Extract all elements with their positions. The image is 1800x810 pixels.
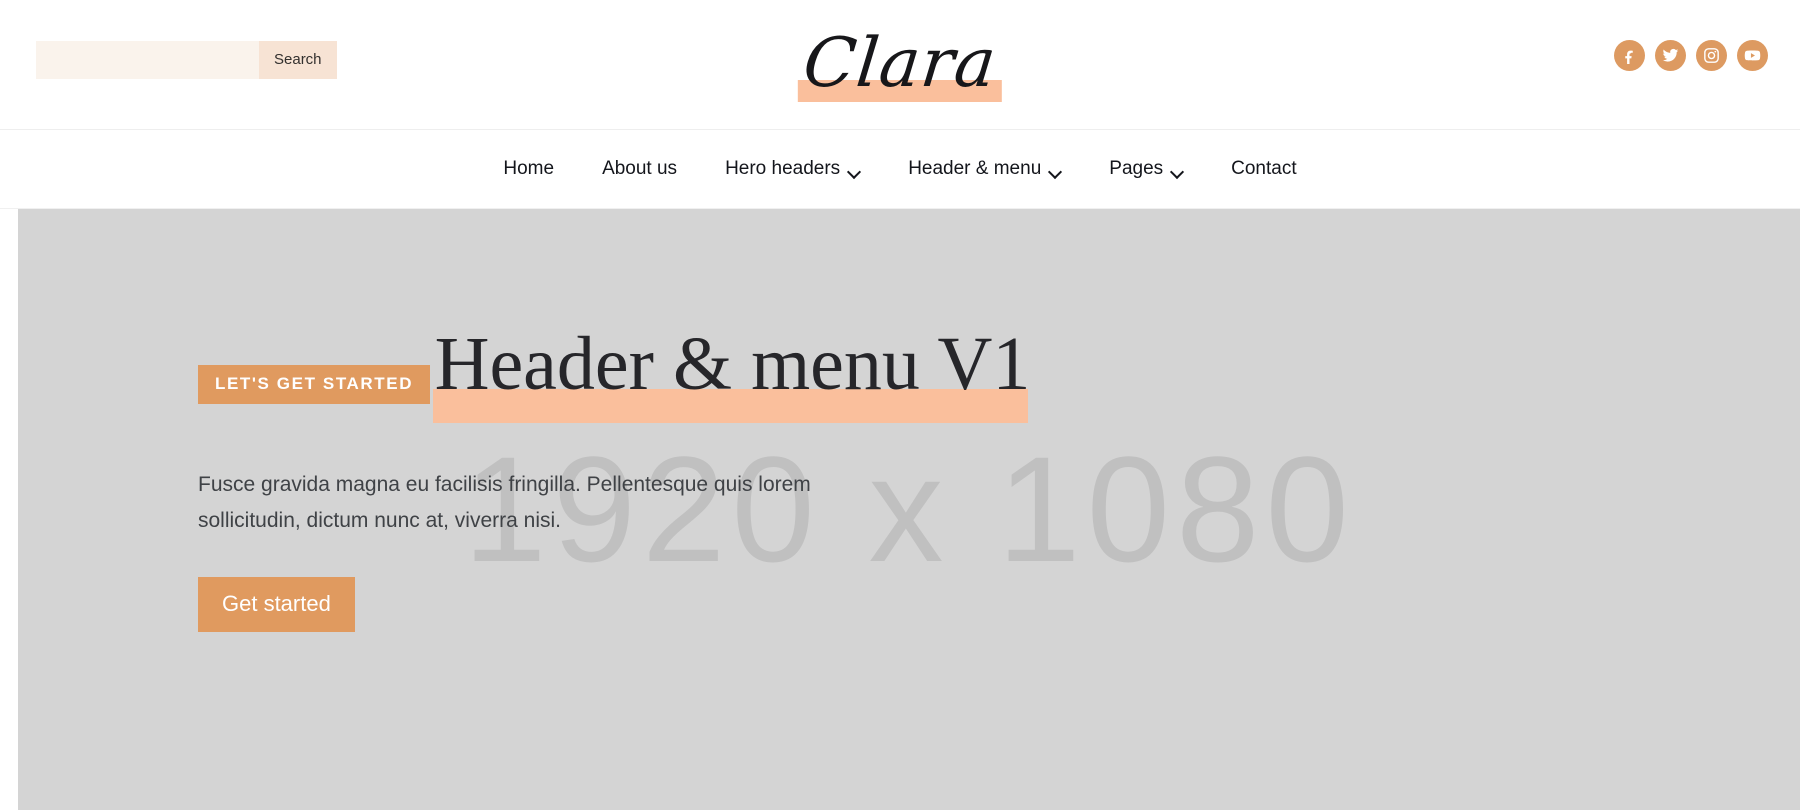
nav-item-label: Home bbox=[503, 158, 555, 179]
hero-badge: LET'S GET STARTED bbox=[198, 365, 431, 404]
logo-inner: Clara bbox=[797, 24, 1003, 104]
page-root: Search Clara Home About us Hero headers … bbox=[0, 0, 1800, 810]
hero-section: 1920 x 1080 LET'S GET STARTED Header & m… bbox=[18, 209, 1800, 810]
search-input[interactable] bbox=[36, 41, 259, 79]
nav-item-label: Pages bbox=[1109, 158, 1164, 179]
search-button[interactable]: Search bbox=[259, 41, 337, 79]
nav-item-label: Contact bbox=[1231, 158, 1297, 179]
hero-paragraph: Fusce gravida magna eu facilisis fringil… bbox=[198, 473, 811, 533]
nav-item-about-us[interactable]: About us bbox=[578, 158, 701, 180]
chevron-down-icon bbox=[1172, 167, 1183, 174]
nav-item-label: About us bbox=[602, 158, 678, 179]
twitter-icon[interactable] bbox=[1655, 40, 1686, 71]
hero-title-wrap: Header & menu V1 bbox=[432, 322, 1031, 424]
logo-text: Clara bbox=[799, 24, 1001, 104]
site-logo[interactable]: Clara bbox=[797, 10, 1003, 104]
nav-item-header-and-menu[interactable]: Header & menu bbox=[884, 158, 1085, 180]
nav-item-label: Hero headers bbox=[725, 158, 841, 179]
social-links bbox=[1614, 40, 1768, 71]
top-bar: Search Clara bbox=[0, 0, 1800, 130]
nav-item-pages[interactable]: Pages bbox=[1085, 158, 1207, 180]
chevron-down-icon bbox=[849, 167, 860, 174]
search-form: Search bbox=[36, 41, 337, 79]
hero-content: LET'S GET STARTED Header & menu V1 Fusce… bbox=[198, 304, 1058, 632]
nav-item-label: Header & menu bbox=[908, 158, 1042, 179]
get-started-button[interactable]: Get started bbox=[198, 577, 355, 632]
nav-item-home[interactable]: Home bbox=[479, 158, 578, 180]
chevron-down-icon bbox=[1050, 167, 1061, 174]
nav-item-contact[interactable]: Contact bbox=[1207, 158, 1320, 180]
facebook-icon[interactable] bbox=[1614, 40, 1645, 71]
nav-item-hero-headers[interactable]: Hero headers bbox=[701, 158, 884, 180]
main-navigation: Home About us Hero headers Header & menu… bbox=[0, 130, 1800, 208]
youtube-icon[interactable] bbox=[1737, 40, 1768, 71]
page-title: Header & menu V1 bbox=[434, 322, 1031, 406]
instagram-icon[interactable] bbox=[1696, 40, 1727, 71]
